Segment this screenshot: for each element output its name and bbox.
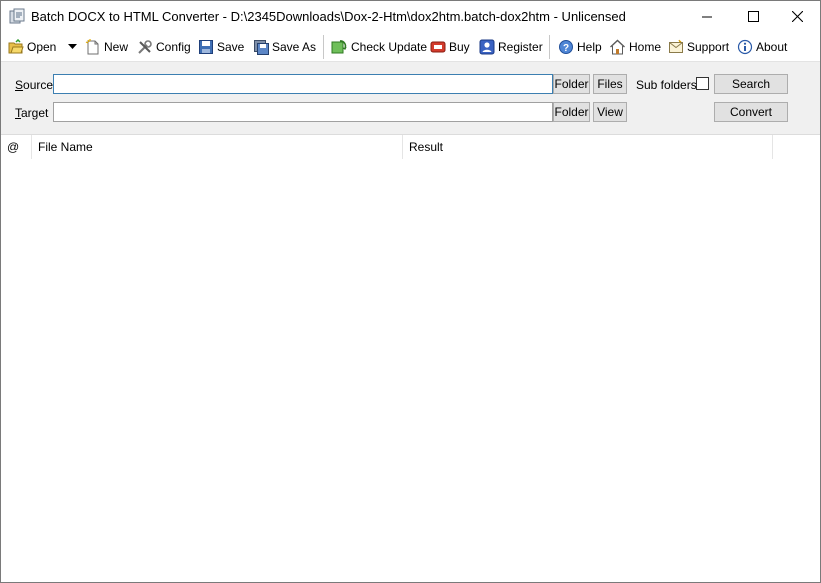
check-update-button[interactable]: Check Update bbox=[331, 36, 427, 58]
support-button[interactable]: Support bbox=[668, 36, 729, 58]
register-button[interactable]: Register bbox=[479, 36, 543, 58]
close-button[interactable] bbox=[774, 1, 820, 32]
config-label: Config bbox=[156, 40, 191, 54]
target-input[interactable] bbox=[53, 102, 553, 122]
column-header-result[interactable]: Result bbox=[403, 135, 773, 160]
source-files-button[interactable]: Files bbox=[593, 74, 627, 94]
toolbar-separator bbox=[549, 35, 550, 59]
register-user-icon bbox=[479, 39, 495, 55]
home-label: Home bbox=[629, 40, 662, 54]
open-dropdown-button[interactable] bbox=[68, 36, 80, 58]
new-button[interactable]: New bbox=[85, 36, 128, 58]
minimize-button[interactable] bbox=[684, 1, 730, 32]
title-bar[interactable]: Batch DOCX to HTML Converter - D:\2345Do… bbox=[1, 1, 820, 32]
help-icon: ? bbox=[559, 40, 573, 54]
buy-button[interactable]: Buy bbox=[430, 36, 470, 58]
maximize-button[interactable] bbox=[730, 1, 776, 32]
open-folder-icon bbox=[8, 39, 24, 54]
register-label: Register bbox=[498, 40, 543, 54]
new-label: New bbox=[104, 40, 129, 54]
search-button[interactable]: Search bbox=[714, 74, 788, 94]
source-input[interactable] bbox=[53, 74, 553, 94]
convert-button[interactable]: Convert bbox=[714, 102, 788, 122]
home-icon bbox=[610, 39, 625, 55]
chevron-down-icon bbox=[68, 44, 77, 49]
check-update-label: Check Update bbox=[351, 40, 428, 54]
config-button[interactable]: Config bbox=[137, 36, 191, 58]
tools-icon bbox=[138, 40, 152, 54]
home-button[interactable]: Home bbox=[609, 36, 661, 58]
app-window: Batch DOCX to HTML Converter - D:\2345Do… bbox=[0, 0, 821, 583]
save-label: Save bbox=[217, 40, 245, 54]
save-as-icon bbox=[254, 40, 269, 55]
toolbar: Open New Config Save Save As Check Updat… bbox=[1, 32, 820, 61]
support-icon bbox=[669, 39, 683, 53]
about-button[interactable]: About bbox=[737, 36, 787, 58]
about-label: About bbox=[756, 40, 788, 54]
source-label: Source bbox=[15, 78, 54, 92]
new-document-icon bbox=[85, 39, 99, 55]
subfolders-checkbox[interactable] bbox=[696, 77, 709, 90]
target-folder-button[interactable]: Folder bbox=[553, 102, 590, 122]
column-header-status[interactable]: @ bbox=[1, 135, 32, 160]
target-view-button[interactable]: View bbox=[593, 102, 627, 122]
open-button[interactable]: Open bbox=[8, 36, 56, 58]
source-folder-button[interactable]: Folder bbox=[553, 74, 590, 94]
subfolders-label: Sub folders bbox=[636, 78, 697, 92]
column-header-file-name[interactable]: File Name bbox=[32, 135, 403, 160]
save-as-label: Save As bbox=[272, 40, 317, 54]
options-panel: Source Folder Files Sub folders Search T… bbox=[1, 61, 820, 134]
save-disk-icon bbox=[199, 40, 213, 54]
support-label: Support bbox=[687, 40, 730, 54]
target-label: Target bbox=[15, 106, 49, 120]
file-list[interactable] bbox=[1, 159, 820, 582]
open-label: Open bbox=[27, 40, 57, 54]
buy-label: Buy bbox=[449, 40, 470, 54]
save-button[interactable]: Save bbox=[198, 36, 244, 58]
help-label: Help bbox=[577, 40, 602, 54]
window-title: Batch DOCX to HTML Converter - D:\2345Do… bbox=[31, 9, 626, 24]
save-as-button[interactable]: Save As bbox=[253, 36, 316, 58]
cart-icon bbox=[430, 41, 446, 53]
toolbar-separator bbox=[323, 35, 324, 59]
update-icon bbox=[331, 40, 347, 54]
file-list-header: @ File Name Result bbox=[1, 134, 820, 160]
help-button[interactable]: ? Help bbox=[558, 36, 602, 58]
svg-text:?: ? bbox=[563, 43, 569, 54]
about-info-icon bbox=[737, 39, 753, 55]
app-icon bbox=[9, 8, 26, 24]
